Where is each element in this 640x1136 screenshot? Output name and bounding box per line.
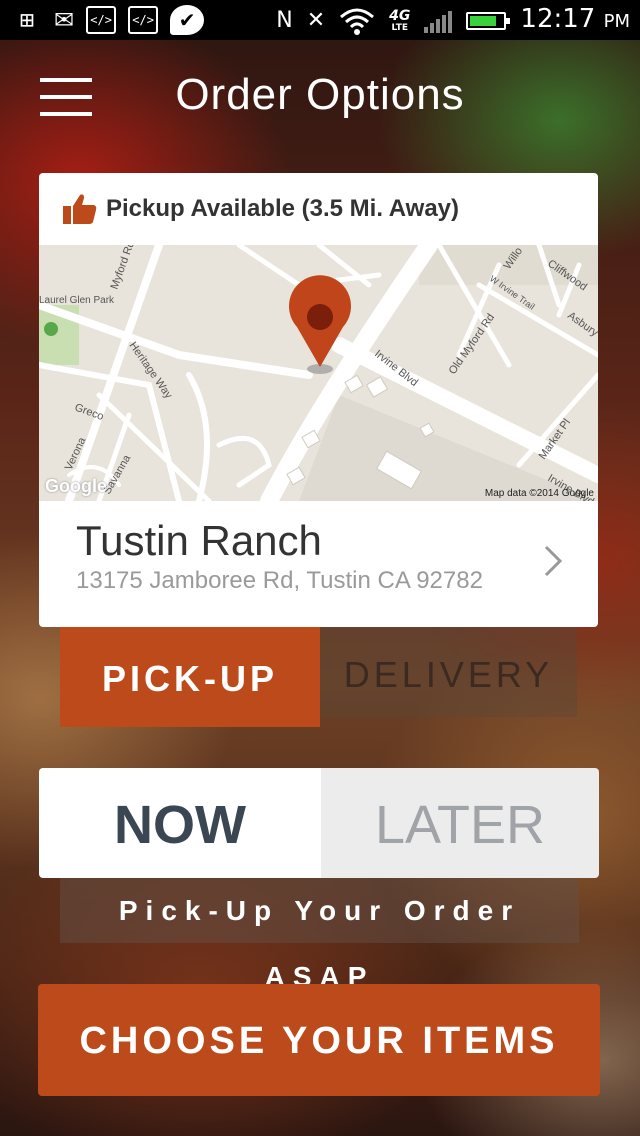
mute-icon: ✕ <box>306 7 326 33</box>
add-notification-icon: ⊞ <box>19 6 35 34</box>
wifi-icon <box>340 8 375 35</box>
google-logo: Google <box>45 476 107 496</box>
pickup-available-text: Pickup Available (3.5 Mi. Away) <box>106 195 460 222</box>
store-card: Pickup Available (3.5 Mi. Away) Myford R… <box>39 173 598 627</box>
store-map[interactable]: Myford Rd Laurel Glen Park Heritage Way … <box>39 245 598 501</box>
choose-items-button[interactable]: CHOOSE YOUR ITEMS <box>38 984 600 1096</box>
check-bubble-icon: ✔ <box>170 5 205 35</box>
code-icon: </> <box>86 6 117 34</box>
pickup-tab[interactable]: PICK-UP <box>60 627 320 727</box>
nfc-icon: N <box>276 7 293 33</box>
chevron-right-icon <box>544 545 563 577</box>
notification-icons: ⊞ ✉ </> </> ✔ <box>12 5 205 35</box>
timing-note: Pick-Up Your Order ASAP <box>60 878 579 992</box>
pickup-availability: Pickup Available (3.5 Mi. Away) <box>39 173 598 245</box>
code-icon-2: </> <box>128 6 159 34</box>
page-title: Order Options <box>175 70 465 119</box>
status-bar: ⊞ ✉ </> </> ✔ N ✕ 4G LTE 12:17 PM <box>0 0 640 40</box>
store-name: Tustin Ranch <box>76 517 322 564</box>
store-location-row[interactable]: Tustin Ranch 13175 Jamboree Rd, Tustin C… <box>39 501 598 627</box>
mail-icon: ✉ <box>54 6 75 34</box>
map-label: Laurel Glen Park <box>39 295 115 306</box>
battery-icon <box>466 11 511 30</box>
park-icon <box>44 322 58 336</box>
map-graphic: Myford Rd Laurel Glen Park Heritage Way … <box>39 245 598 501</box>
later-tab[interactable]: LATER <box>321 768 599 878</box>
signal-strength-icon <box>424 9 453 33</box>
store-address: 13175 Jamboree Rd, Tustin CA 92782 <box>76 567 483 594</box>
now-tab[interactable]: NOW <box>39 768 321 878</box>
thumbs-up-icon <box>63 194 97 224</box>
network-type: 4G LTE <box>389 7 411 33</box>
delivery-tab[interactable]: DELIVERY <box>320 627 577 717</box>
clock: 12:17 PM <box>520 4 630 34</box>
app-header: Order Options <box>0 40 640 150</box>
map-credit: Map data ©2014 Google <box>484 488 594 499</box>
system-icons: N ✕ 4G LTE 12:17 PM <box>276 4 630 37</box>
timing-toggle: NOW LATER <box>39 768 599 878</box>
